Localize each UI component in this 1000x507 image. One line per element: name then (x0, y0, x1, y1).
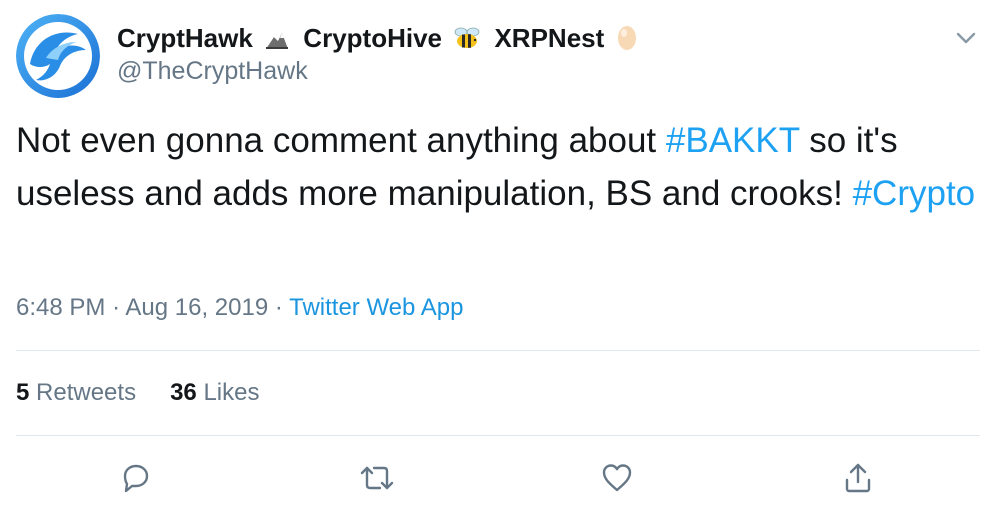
display-name-2: CryptoHive (303, 23, 442, 53)
egg-emoji-icon (616, 23, 638, 58)
divider (16, 435, 980, 436)
meta-separator: · (112, 294, 121, 321)
avatar[interactable] (16, 14, 100, 98)
hawk-logo-icon (16, 14, 100, 98)
tweet-text-part: Not even gonna comment anything about (16, 121, 666, 160)
likes-stat[interactable]: 36 Likes (170, 379, 259, 406)
share-button[interactable] (838, 460, 878, 500)
reply-icon (119, 461, 153, 500)
tweet-card: CryptHawk CryptoHive XRPNest @TheCryptHa… (0, 0, 1000, 507)
tweet-date[interactable]: Aug 16, 2019 (125, 294, 268, 321)
tweet-text: Not even gonna comment anything about #B… (16, 114, 986, 220)
retweet-label: Retweets (36, 379, 137, 406)
tweet-time[interactable]: 6:48 PM (16, 294, 105, 321)
retweets-stat[interactable]: 5 Retweets (16, 379, 136, 406)
like-label: Likes (203, 379, 260, 406)
tweet-meta: 6:48 PM · Aug 16, 2019 · Twitter Web App (16, 293, 463, 323)
retweet-icon (358, 461, 396, 500)
tweet-source-link[interactable]: Twitter Web App (289, 294, 463, 321)
chevron-down-icon[interactable] (950, 22, 982, 54)
divider (16, 350, 980, 351)
retweet-count: 5 (16, 379, 30, 406)
hashtag-link[interactable]: #Crypto (853, 174, 976, 213)
meta-separator: · (274, 294, 283, 321)
heart-icon (600, 461, 634, 500)
share-icon (841, 461, 875, 500)
reply-button[interactable] (116, 460, 156, 500)
tweet-stats: 5 Retweets 36 Likes (16, 378, 293, 408)
like-button[interactable] (597, 460, 637, 500)
display-name[interactable]: CryptHawk CryptoHive XRPNest (117, 22, 644, 58)
display-name-3: XRPNest (494, 23, 605, 53)
eagle-emoji-icon (264, 25, 290, 58)
bee-emoji-icon (453, 25, 481, 58)
user-handle[interactable]: @TheCryptHawk (117, 56, 308, 86)
hashtag-link[interactable]: #BAKKT (666, 121, 800, 160)
like-count: 36 (170, 379, 197, 406)
retweet-button[interactable] (357, 460, 397, 500)
display-name-1: CryptHawk (117, 23, 253, 53)
